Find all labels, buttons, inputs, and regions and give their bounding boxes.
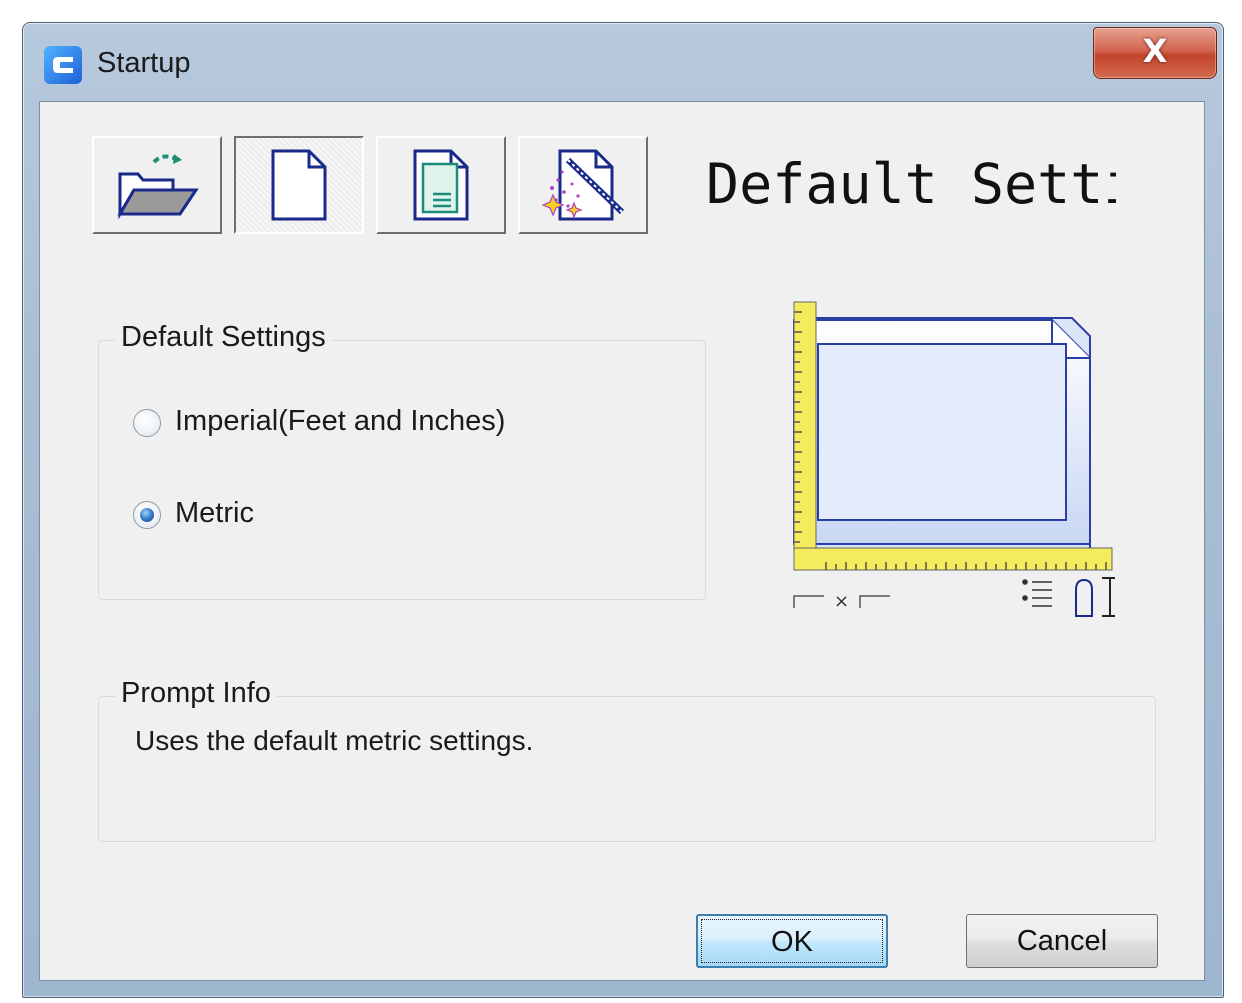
metric-radio[interactable]: [133, 501, 161, 529]
default-settings-button[interactable]: [234, 136, 364, 234]
title-bar[interactable]: Startup X: [23, 23, 1223, 101]
units-list-icon: [1022, 579, 1052, 607]
page-title: Default Settin: [706, 152, 1116, 216]
imperial-label: Imperial(Feet and Inches): [175, 405, 506, 437]
height-dimension-icon: [1075, 577, 1115, 617]
wizard-button[interactable]: [518, 136, 648, 234]
close-icon: X: [1142, 32, 1168, 70]
close-button[interactable]: X: [1093, 27, 1217, 79]
radio-selected-dot: [140, 508, 154, 522]
default-settings-label: Default Settings: [115, 321, 332, 354]
default-settings-group: Default Settings Imperial(Feet and Inche…: [98, 321, 706, 600]
blank-document-icon: [271, 149, 327, 221]
imperial-radio[interactable]: [133, 409, 161, 437]
drawing-preview: ×: [793, 301, 1115, 617]
size-multiply-symbol: ×: [834, 591, 849, 612]
use-template-button[interactable]: [376, 136, 506, 234]
prompt-info-group: Prompt Info Uses the default metric sett…: [98, 677, 1156, 842]
wizard-icon: [541, 149, 625, 221]
dialog-body: Default Settin Default Settings Imperial…: [39, 101, 1205, 981]
cancel-button[interactable]: Cancel: [966, 914, 1158, 968]
window-title: Startup: [97, 47, 191, 79]
ok-button[interactable]: OK: [696, 914, 888, 968]
startup-dialog: Startup X Default Sett Default Settings …: [22, 22, 1224, 998]
open-drawing-button[interactable]: [92, 136, 222, 234]
open-folder-icon: [117, 154, 199, 220]
prompt-info-text: Uses the default metric settings.: [135, 725, 534, 756]
paper-sheet-icon: [793, 317, 1091, 561]
prompt-info-label: Prompt Info: [115, 677, 277, 710]
template-document-icon: [413, 149, 469, 221]
app-logo-icon: [44, 46, 82, 84]
metric-label: Metric: [175, 497, 254, 529]
